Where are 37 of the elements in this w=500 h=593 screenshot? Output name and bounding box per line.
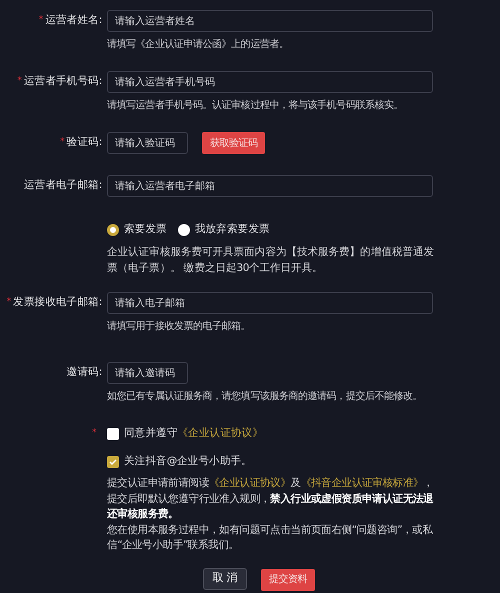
radio-label[interactable]: 索要发票: [124, 222, 167, 238]
field-label: 验证码:: [66, 135, 102, 150]
checkbox[interactable]: [107, 456, 119, 468]
checkbox[interactable]: [107, 428, 119, 440]
required-mark: *: [6, 296, 12, 310]
help-text: 请填写用于接收发票的电子邮箱。: [107, 320, 252, 333]
field-label: 运营者电子邮箱:: [24, 178, 102, 194]
required-mark: *: [38, 14, 44, 28]
field-label: 运营者姓名:: [45, 13, 102, 28]
help-text: 企业认证审核服务费可开具票面内容为【技术服务费】的增值税普通发票（电子票）。 缴费之日起30个工作日开具。: [107, 245, 436, 276]
radio-button[interactable]: [178, 224, 190, 236]
notice-paragraph: 提交认证申请前请阅读《企业认证协议》及《抖音企业认证审核标准》，提交后即默认您遵守行业准入规则，禁入行业或虚假资质申请认证无法退还审核服务费。: [107, 476, 434, 522]
notice-paragraph: 您在使用本服务过程中，如有问题可点击当前页面右侧“问题咨询”，或私信“企业号小助手”联系我们。: [107, 522, 434, 553]
required-mark: *: [17, 75, 22, 88]
input-field[interactable]: 请输入运营者手机号码: [107, 71, 433, 93]
input-field[interactable]: 请输入运营者姓名: [107, 10, 433, 32]
checkbox-label: 关注抖音@企业号小助手。: [124, 454, 252, 470]
checkbox-label: 同意并遵守: [124, 426, 178, 442]
field-label: 运营者手机号码:: [24, 74, 102, 90]
required-mark: *: [92, 427, 96, 440]
cancel-button[interactable]: 取 消: [203, 568, 247, 590]
help-text: 请填写运营者手机号码。认证审核过程中，将与该手机号码联系核实。: [107, 99, 404, 112]
field-label: 邀请码:: [66, 365, 102, 380]
input-field[interactable]: 请输入验证码: [107, 132, 188, 154]
agreement-link[interactable]: 《企业认证协议》: [178, 426, 264, 442]
help-text: 如您已有专属认证服务商，请您填写该服务商的邀请码，提交后不能修改。: [107, 390, 424, 403]
check-icon: [109, 458, 117, 466]
required-mark: *: [60, 136, 65, 150]
agreement-link[interactable]: 《抖音企业认证审核标准》: [300, 477, 424, 489]
input-field[interactable]: 请输入邀请码: [107, 362, 188, 384]
radio-label[interactable]: 我放弃索要发票: [194, 222, 270, 238]
input-field[interactable]: 请输入运营者电子邮箱: [107, 175, 433, 197]
radio-button[interactable]: [107, 224, 119, 236]
help-text: 请填写《企业认证申请公函》上的运营者。: [107, 38, 290, 51]
field-label: 发票接收电子邮箱:: [13, 295, 102, 310]
input-field[interactable]: 请输入电子邮箱: [107, 292, 433, 314]
agreement-link[interactable]: 《企业认证协议》: [209, 477, 291, 489]
